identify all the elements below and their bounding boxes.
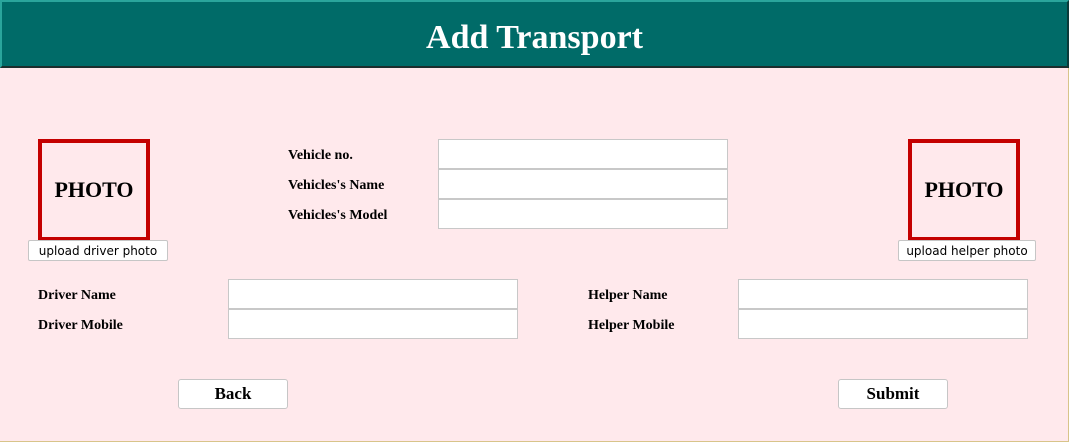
back-button-label: Back (214, 384, 252, 403)
driver-name-field[interactable] (228, 279, 518, 309)
page-header: Add Transport (0, 0, 1069, 68)
form-page: Add Transport PHOTO upload driver photo … (0, 0, 1069, 442)
submit-button-label: Submit (866, 384, 920, 403)
vehicle-number-field[interactable] (438, 139, 728, 169)
helper-name-label: Helper Name (588, 288, 668, 303)
helper-name-field[interactable] (738, 279, 1028, 309)
helper-mobile-field[interactable] (738, 309, 1028, 339)
vehicle-model-label: Vehicles's Model (288, 208, 388, 223)
back-button[interactable]: Back (178, 379, 288, 409)
helper-photo-placeholder: PHOTO (908, 139, 1020, 241)
helper-photo-label: PHOTO (924, 177, 1004, 202)
vehicle-name-label: Vehicles's Name (288, 178, 385, 193)
submit-button[interactable]: Submit (838, 379, 948, 409)
vehicle-name-field[interactable] (438, 169, 728, 199)
driver-mobile-label: Driver Mobile (38, 318, 123, 333)
vehicle-number-label: Vehicle no. (288, 148, 353, 163)
driver-photo-placeholder: PHOTO (38, 139, 150, 241)
vehicle-model-field[interactable] (438, 199, 728, 229)
driver-photo-label: PHOTO (54, 177, 134, 202)
helper-mobile-label: Helper Mobile (588, 318, 675, 333)
upload-helper-photo-button[interactable]: upload helper photo (898, 240, 1036, 261)
driver-mobile-field[interactable] (228, 309, 518, 339)
upload-helper-photo-label: upload helper photo (906, 243, 1028, 258)
page-title: Add Transport (426, 19, 643, 56)
upload-driver-photo-button[interactable]: upload driver photo (28, 240, 168, 261)
upload-driver-photo-label: upload driver photo (38, 243, 158, 258)
driver-name-label: Driver Name (38, 288, 116, 303)
